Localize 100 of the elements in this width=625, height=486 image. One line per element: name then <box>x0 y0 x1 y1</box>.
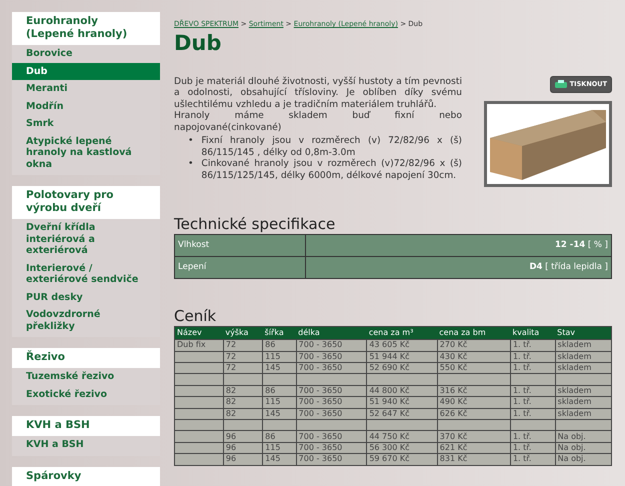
table-cell: 1. tř. <box>510 385 556 397</box>
table-cell: 44 800 Kč <box>366 385 438 397</box>
table-cell: 700 - 3650 <box>296 351 367 363</box>
column-header: délka <box>296 326 367 340</box>
table-cell: skladem <box>555 340 612 352</box>
sidebar-heading[interactable]: Eurohranoly (Lepené hranoly) <box>12 12 160 45</box>
section-heading: Technické specifikace <box>174 215 336 234</box>
table-cell: 86 <box>262 385 296 397</box>
sidebar-item[interactable]: PUR desky <box>12 288 160 306</box>
table-cell: 1. tř. <box>510 454 556 466</box>
bullet-item: Fixní hranoly jsou v rozměrech (v) 72/82/96 x (š) 86/115/145 , délky od 0,8m-3.0m <box>201 135 462 158</box>
table-cell: 1. tř. <box>510 442 556 454</box>
sidebar-item[interactable]: Atypické lepené hranoly na kastlová okna <box>12 132 160 173</box>
table-cell: 1. tř. <box>510 430 556 442</box>
table-cell: 316 Kč <box>437 385 510 397</box>
spec-value: 12 -14 [ % ] <box>306 234 612 257</box>
table-cell: 115 <box>262 396 296 408</box>
table-cell: 700 - 3650 <box>296 430 367 442</box>
table-cell: 1. tř. <box>510 340 556 352</box>
table-cell: 82 <box>223 408 263 420</box>
table-cell: 490 Kč <box>437 396 510 408</box>
table-cell: 56 300 Kč <box>366 442 438 454</box>
sidebar-item[interactable]: Meranti <box>12 80 160 98</box>
table-cell: 270 Kč <box>437 340 510 352</box>
table-cell: 43 605 Kč <box>366 340 438 352</box>
table-cell: 700 - 3650 <box>296 340 367 352</box>
table-cell: 370 Kč <box>437 430 510 442</box>
column-header: cena za m³ <box>366 326 438 340</box>
table-cell: 59 670 Kč <box>366 454 438 466</box>
table-cell: 82 <box>223 385 263 397</box>
sidebar-heading[interactable]: KVH a BSH <box>12 416 160 436</box>
sidebar-item[interactable]: Borovice <box>12 45 160 62</box>
column-header: Stav <box>555 326 612 340</box>
table-cell: 145 <box>262 408 296 420</box>
section-heading: Ceník <box>174 307 218 326</box>
table-cell: 831 Kč <box>437 454 510 466</box>
spec-label: Lepení <box>174 256 306 279</box>
sidebar-item[interactable]: Vodovzdrorné překližky <box>12 306 160 335</box>
table-cell: 82 <box>223 396 263 408</box>
table-cell: skladem <box>555 396 612 408</box>
paragraph: Hranoly máme skladem buď fixní nebo napojované(cinkované) <box>174 110 462 133</box>
table-cell: 550 Kč <box>437 362 510 374</box>
table-cell: 115 <box>262 442 296 454</box>
sidebar-heading[interactable]: Polotovary pro výrobu dveří <box>12 186 160 219</box>
page-title: Dub <box>174 30 222 56</box>
column-header: Název <box>174 326 224 340</box>
table-cell: 52 690 Kč <box>366 362 438 374</box>
table-cell: 72 <box>223 351 263 363</box>
table-cell: Na obj. <box>555 442 612 454</box>
sidebar-item[interactable]: KVH a BSH <box>12 436 160 454</box>
table-cell: 86 <box>262 340 296 352</box>
column-header: kvalita <box>510 326 556 340</box>
table-cell: 86 <box>262 430 296 442</box>
table-cell: 51 944 Kč <box>366 351 438 363</box>
table-cell: Na obj. <box>555 430 612 442</box>
table-cell: 72 <box>223 362 263 374</box>
table-cell: skladem <box>555 362 612 374</box>
table-cell: skladem <box>555 385 612 397</box>
table-cell: 430 Kč <box>437 351 510 363</box>
table-cell: 1. tř. <box>510 396 556 408</box>
sidebar-item[interactable]: Dveřní křídla interiérová a exteriérová <box>12 219 160 260</box>
table-cell: 1. tř. <box>510 362 556 374</box>
table-cell: 700 - 3650 <box>296 442 367 454</box>
sidebar-heading[interactable]: Spárovky <box>12 466 160 486</box>
table-cell: 700 - 3650 <box>296 454 367 466</box>
table-cell: Na obj. <box>555 454 612 466</box>
table-cell: skladem <box>555 408 612 420</box>
table-cell: 700 - 3650 <box>296 385 367 397</box>
table-cell: 96 <box>223 442 263 454</box>
paragraph: Dub je materiál dlouhé životnosti, vyšší hustoty a tím pevnosti a odolnosti, obsahující třísloviny. Je oblíben díky svému ušlechtilému vzhledu a je tradičním materiálem truhlářů. <box>174 76 462 110</box>
column-header: výška <box>223 326 263 340</box>
table-cell: 145 <box>262 362 296 374</box>
column-header: šířka <box>262 326 296 340</box>
sidebar-item[interactable]: Tuzemské řezivo <box>12 368 160 386</box>
sidebar-item[interactable]: Interierové / exteriérové sendviče <box>12 260 160 288</box>
table-cell: Dub fix <box>174 340 224 352</box>
table-cell: 51 940 Kč <box>366 396 438 408</box>
column-header: cena za bm <box>437 326 510 340</box>
table-cell: 44 750 Kč <box>366 430 438 442</box>
sidebar-item[interactable]: Smrk <box>12 115 160 132</box>
spec-value: D4 [ třída lepidla ] <box>306 256 612 279</box>
spec-label: Vlhkost <box>174 234 306 257</box>
table-cell: 621 Kč <box>437 442 510 454</box>
table-cell: 96 <box>223 430 263 442</box>
table-cell: 72 <box>223 340 263 352</box>
table-cell: 626 Kč <box>437 408 510 420</box>
table-cell: 700 - 3650 <box>296 408 367 420</box>
table-cell: 700 - 3650 <box>296 362 367 374</box>
sidebar-heading[interactable]: Řezivo <box>12 348 160 368</box>
table-cell: 1. tř. <box>510 408 556 420</box>
sidebar-item[interactable]: Modřín <box>12 98 160 115</box>
table-cell: 52 647 Kč <box>366 408 438 420</box>
table-cell: skladem <box>555 351 612 363</box>
sidebar-item[interactable]: Exotické řezivo <box>12 386 160 403</box>
printer-icon <box>554 80 567 89</box>
table-cell: 700 - 3650 <box>296 396 367 408</box>
bullet-marker: • <box>188 158 194 171</box>
sidebar-item[interactable]: Dub <box>12 62 160 80</box>
table-cell: 115 <box>262 351 296 363</box>
bullet-marker: • <box>188 135 194 148</box>
